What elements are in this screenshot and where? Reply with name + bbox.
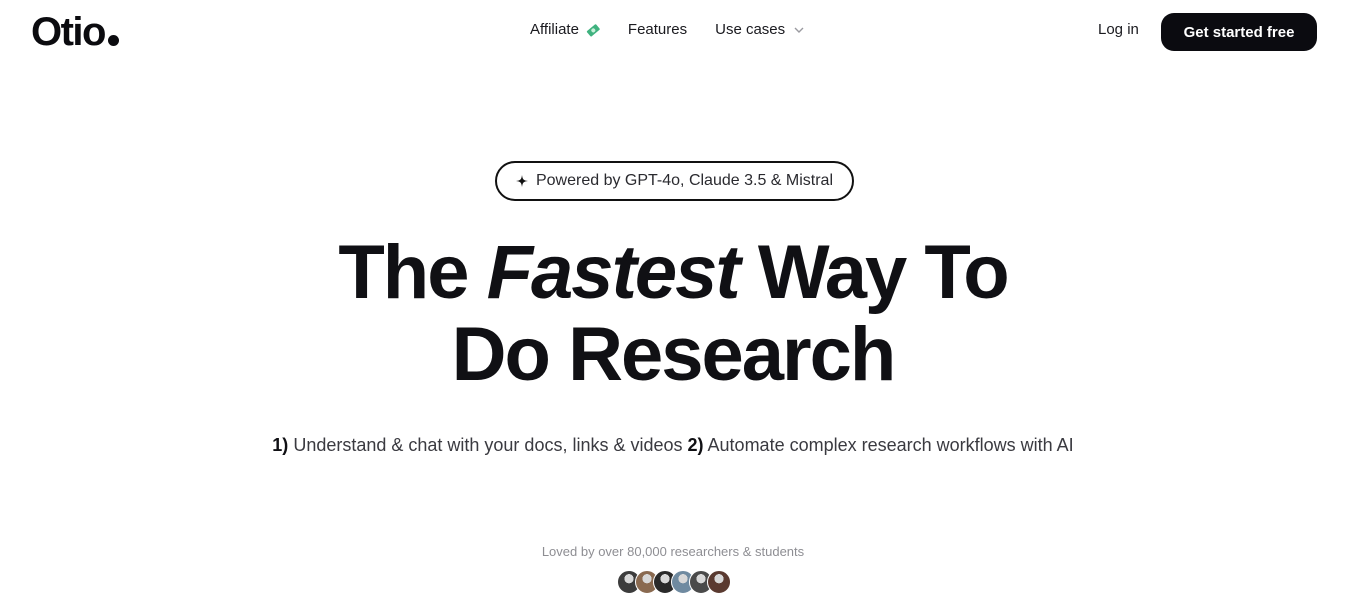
nav-item-use-cases[interactable]: Use cases [715, 21, 805, 38]
chevron-down-icon [794, 27, 804, 33]
step-number: 1) [272, 435, 289, 455]
sparkle-icon [515, 175, 528, 187]
headline-line2: Do Research [451, 312, 897, 397]
logo-text: Otio [31, 10, 106, 54]
nav-item-features[interactable]: Features [628, 21, 687, 38]
avatar-group [617, 570, 731, 594]
step-number: 2) [687, 435, 704, 455]
top-navigation: Otio Affiliate Features Use cases Log in… [0, 0, 1346, 64]
badge-text: Powered by GPT-4o, Claude 3.5 & Mistral [535, 172, 834, 189]
headline-text: The [338, 230, 487, 315]
headline-emphasis: Fastest [486, 230, 741, 315]
hero-headline: The Fastest Way To Do Research [0, 232, 1346, 396]
get-started-button[interactable]: Get started free [1161, 13, 1317, 51]
hero-subtitle: 1) Understand & chat with your docs, lin… [0, 430, 1346, 460]
step-text: Understand & chat with your docs, links … [288, 435, 688, 455]
nav-item-label: Use cases [715, 21, 786, 38]
headline-text: Way To [738, 230, 1010, 315]
money-icon [586, 23, 600, 37]
nav-item-label: Affiliate [530, 21, 579, 38]
logo-dot [107, 35, 119, 46]
avatar [707, 570, 731, 594]
login-link[interactable]: Log in [1098, 21, 1139, 38]
nav-item-affiliate[interactable]: Affiliate [530, 21, 600, 38]
nav-item-label: Features [627, 21, 688, 38]
social-proof-text: Loved by over 80,000 researchers & stude… [541, 544, 805, 559]
nav-menu: Affiliate Features Use cases [530, 21, 805, 38]
step-text: Automate complex research workflows with… [703, 435, 1074, 455]
powered-by-badge: Powered by GPT-4o, Claude 3.5 & Mistral [495, 161, 854, 201]
otio-logo[interactable]: Otio [31, 10, 119, 54]
